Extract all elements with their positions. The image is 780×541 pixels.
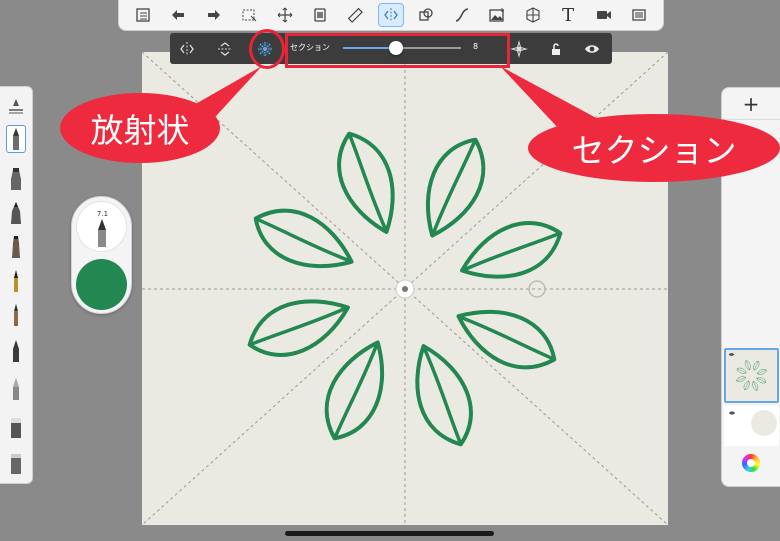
home-indicator <box>285 531 494 536</box>
radial-callout: 放射状 <box>60 93 220 163</box>
callout-pointers <box>185 66 600 130</box>
section-callout: セクション <box>528 114 780 182</box>
